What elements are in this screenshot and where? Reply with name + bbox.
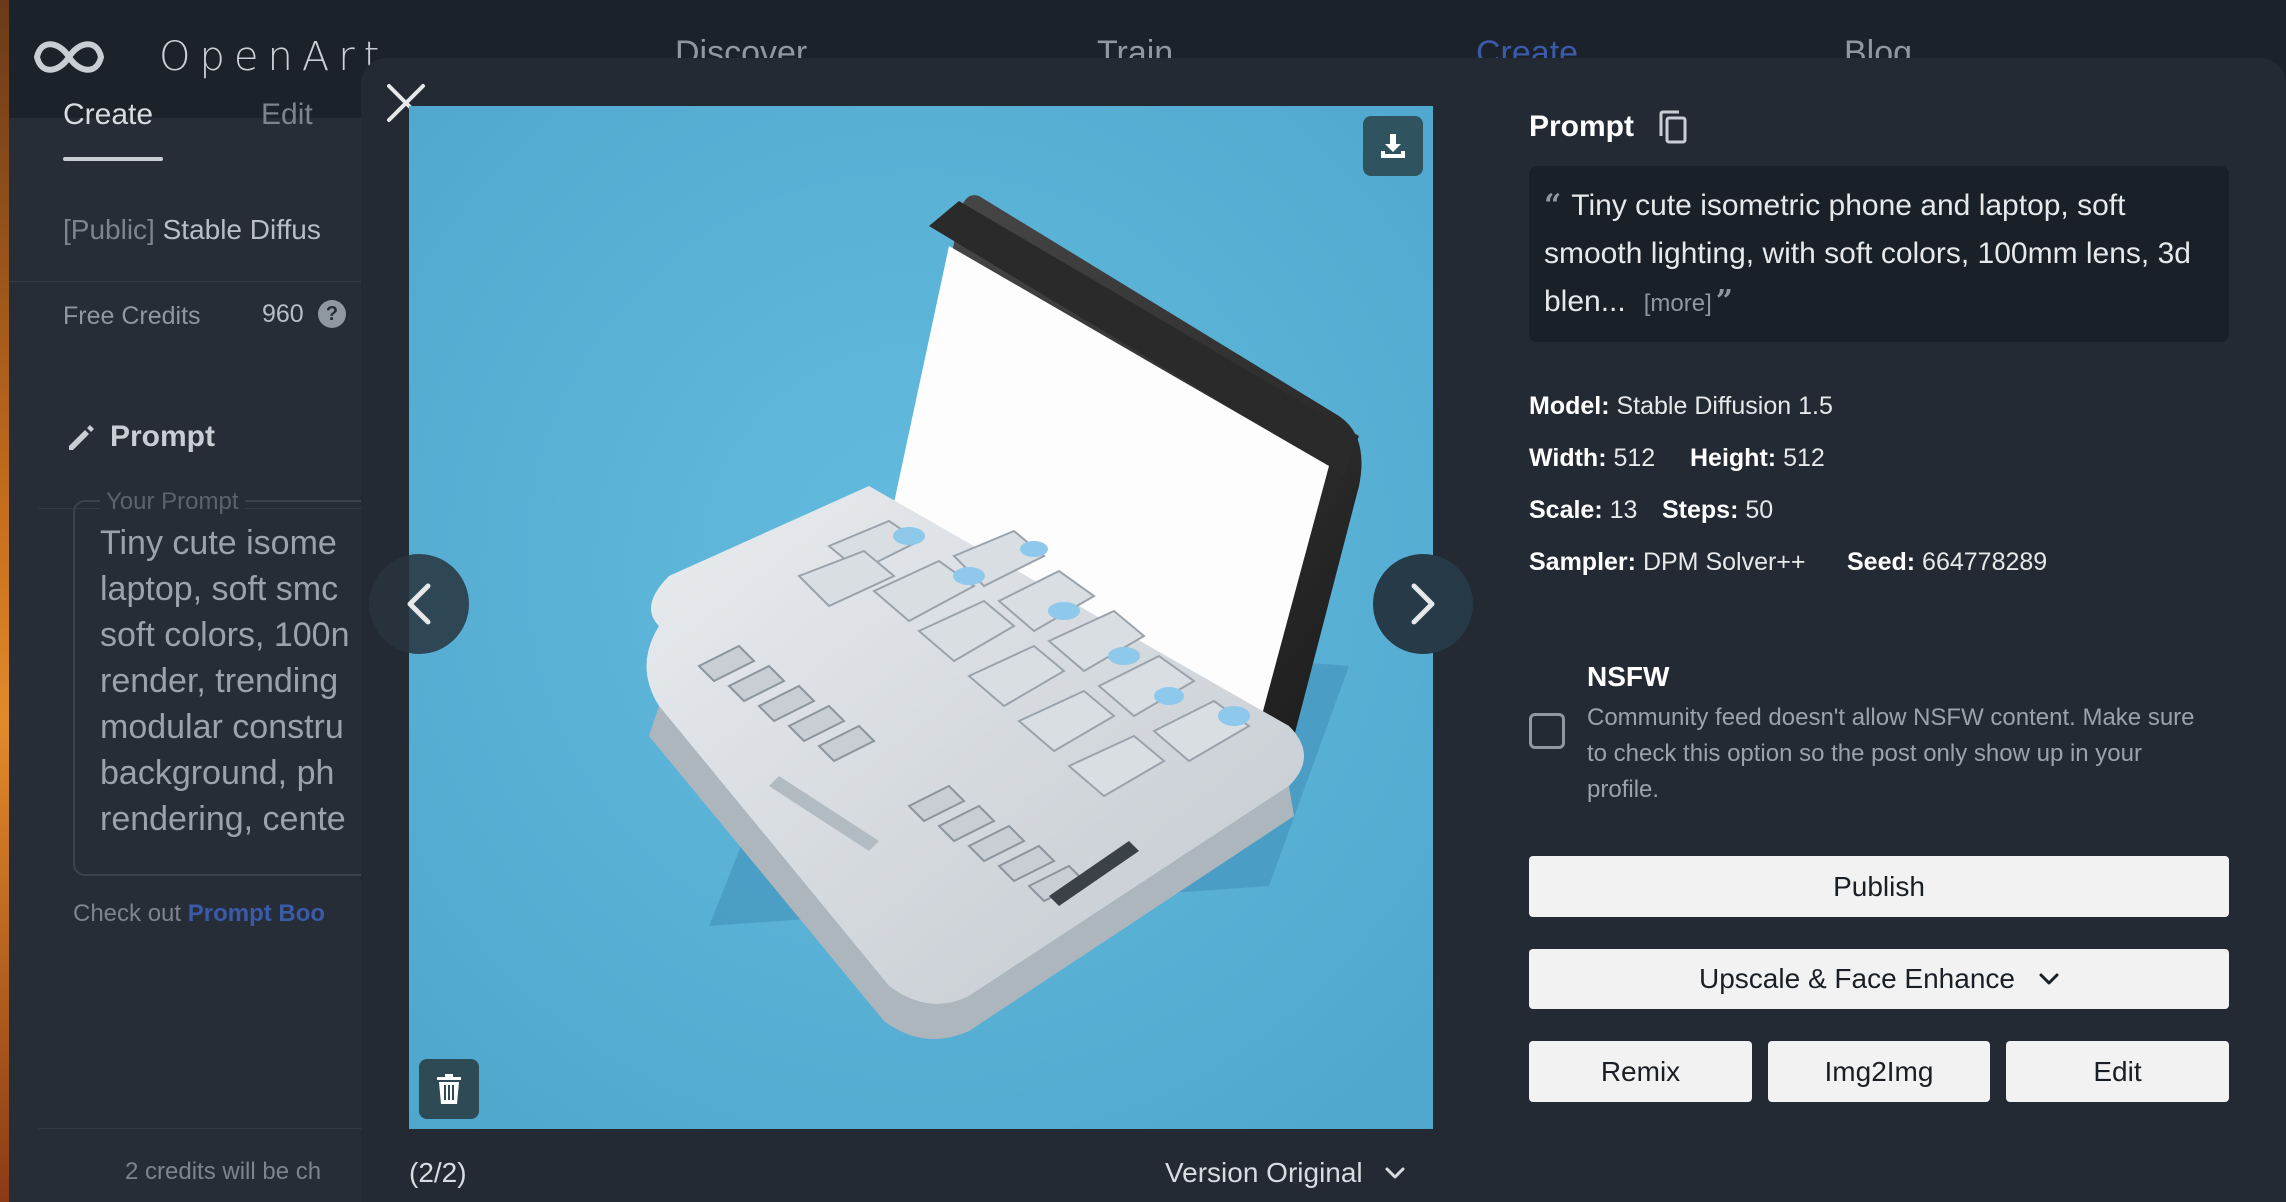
- remix-label: Remix: [1600, 1055, 1681, 1087]
- pencil-icon: [69, 425, 94, 450]
- model-label: Model:: [1529, 392, 1610, 420]
- generated-image: [409, 106, 1433, 1129]
- prompt-book-link[interactable]: Prompt Boo: [188, 900, 325, 927]
- laptop-image: [409, 106, 1433, 1129]
- desktop-edge: [0, 0, 9, 1202]
- width-value: 512: [1613, 444, 1656, 472]
- seed-value: 664778289: [1922, 548, 2048, 576]
- prompt-book-hint: Check out Prompt Boo: [73, 900, 325, 928]
- steps-value: 50: [1745, 496, 1774, 524]
- img2img-button[interactable]: Img2Img: [1768, 1041, 1990, 1102]
- download-button[interactable]: [1363, 116, 1423, 176]
- nsfw-description: Community feed doesn't allow NSFW conten…: [1587, 704, 2195, 803]
- openart-logo-icon: [33, 41, 105, 73]
- model-info: Model: Stable Diffusion 1.5: [1529, 392, 1833, 421]
- width-label: Width:: [1529, 444, 1607, 472]
- next-image-button[interactable]: [1373, 554, 1473, 654]
- prompt-heading: Prompt: [1529, 110, 1634, 143]
- publish-label: Publish: [1833, 870, 1925, 902]
- previous-image-button[interactable]: [369, 554, 469, 654]
- edit-label: Edit: [2093, 1055, 2142, 1087]
- tab-create[interactable]: Create: [63, 98, 153, 132]
- scale-label: Scale:: [1529, 496, 1603, 524]
- model-value: Stable Diffusion 1.5: [1616, 392, 1833, 420]
- scale-info: Scale: 13: [1529, 496, 1637, 525]
- active-tab-indicator: [63, 157, 163, 161]
- version-label: Version Original: [1165, 1157, 1363, 1188]
- trash-icon: [437, 1074, 461, 1104]
- brand-name: OpenArt: [159, 34, 389, 80]
- edit-button[interactable]: Edit: [2006, 1041, 2229, 1102]
- credit-cost-note: 2 credits will be ch: [125, 1158, 322, 1185]
- image-counter: (2/2): [409, 1157, 467, 1188]
- download-icon: [1381, 134, 1405, 158]
- chevron-down-icon: [2039, 973, 2059, 985]
- prompt-legend: Your Prompt: [100, 488, 245, 516]
- chevron-right-icon: [1411, 583, 1435, 625]
- tab-edit[interactable]: Edit: [261, 98, 313, 132]
- sampler-value: DPM Solver++: [1642, 548, 1806, 576]
- sampler-info: Sampler: DPM Solver++: [1529, 548, 1806, 577]
- hint-text: Check out: [73, 900, 182, 927]
- free-credits-value: 960: [262, 300, 304, 328]
- more-link[interactable]: [more]: [1644, 290, 1712, 317]
- close-quote-icon: ”: [1715, 284, 1734, 319]
- prompt-full-text: “Tiny cute isometric phone and laptop, s…: [1544, 182, 2216, 328]
- model-selector[interactable]: [Public] Stable Diffus: [63, 214, 321, 246]
- nsfw-checkbox[interactable]: [1529, 713, 1565, 749]
- height-info: Height: 512: [1690, 444, 1825, 473]
- delete-button[interactable]: [419, 1059, 479, 1119]
- help-icon[interactable]: ?: [318, 300, 346, 328]
- chevron-left-icon: [407, 583, 431, 625]
- height-value: 512: [1783, 444, 1825, 472]
- upscale-label: Upscale & Face Enhance: [1699, 963, 2015, 994]
- model-name: Stable Diffus: [162, 214, 321, 245]
- nsfw-title: NSFW: [1587, 661, 1670, 692]
- width-info: Width: 512: [1529, 444, 1655, 473]
- chevron-down-icon: [1385, 1167, 1405, 1179]
- model-visibility: [Public]: [63, 214, 155, 245]
- upscale-button[interactable]: Upscale & Face Enhance: [1529, 949, 2229, 1009]
- seed-info: Seed: 664778289: [1847, 548, 2047, 577]
- logo[interactable]: OpenArt: [29, 34, 388, 80]
- height-label: Height:: [1690, 444, 1777, 472]
- copy-icon[interactable]: [1657, 110, 1689, 146]
- img2img-label: Img2Img: [1824, 1055, 1934, 1087]
- steps-label: Steps:: [1662, 496, 1739, 524]
- free-credits-label: Free Credits: [63, 302, 201, 330]
- prompt-heading: Prompt: [110, 420, 215, 453]
- seed-label: Seed:: [1847, 548, 1916, 576]
- version-selector[interactable]: Version Original: [1165, 1157, 1405, 1189]
- scale-value: 13: [1609, 496, 1638, 524]
- remix-button[interactable]: Remix: [1529, 1041, 1752, 1102]
- publish-button[interactable]: Publish: [1529, 856, 2229, 917]
- prompt-value: Tiny cute isometric phone and laptop, so…: [1544, 189, 2191, 318]
- steps-info: Steps: 50: [1662, 496, 1773, 525]
- sampler-label: Sampler:: [1529, 548, 1636, 576]
- open-quote-icon: “: [1544, 188, 1562, 223]
